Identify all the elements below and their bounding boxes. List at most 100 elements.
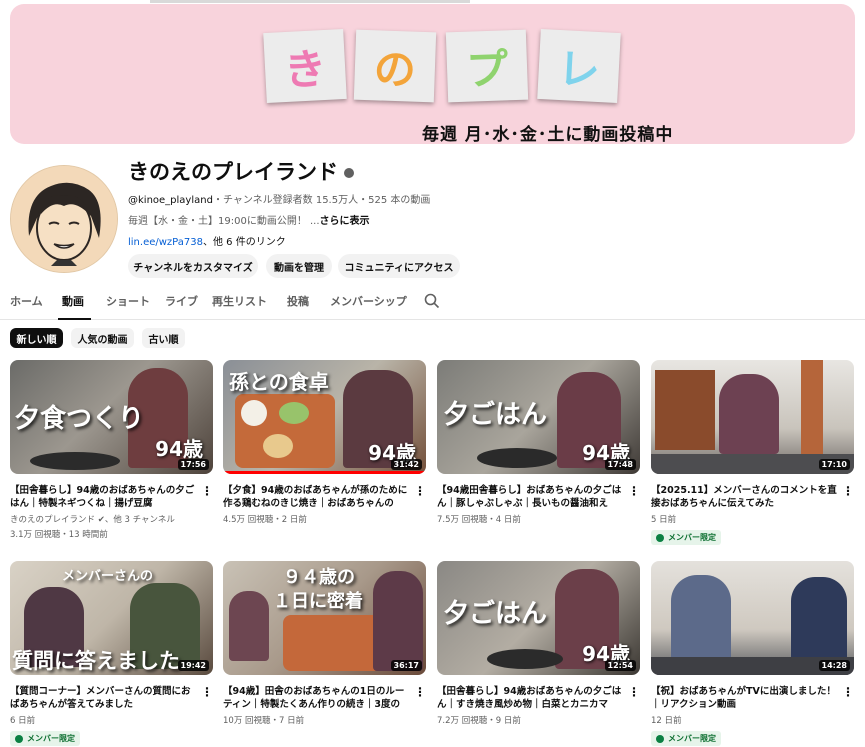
video-title[interactable]: 【田舎暮らし】94歳おばあちゃんの夕ごはん｜すき焼き風炒め物｜白菜とカニカマの.… [437, 685, 640, 711]
video-card[interactable]: 夕ごはん 94歳 12:54 【田舎暮らし】94歳おばあちゃんの夕ごはん｜すき焼… [437, 561, 640, 726]
video-title[interactable]: 【田舎暮らし】94歳のおばあちゃんの夕ごはん｜特製ネギつくね｜揚げ豆腐 [10, 484, 213, 510]
channel-link[interactable]: lin.ee/wzPa738 [128, 237, 203, 248]
more-options-icon[interactable]: ⋮ [842, 484, 854, 498]
filter-popular[interactable]: 人気の動画 [71, 328, 134, 348]
thumbnail-caption: 夕食つくり [14, 404, 145, 434]
video-thumbnail[interactable]: 夕食つくり 94歳 17:56 [10, 360, 213, 474]
more-options-icon[interactable]: ⋮ [201, 685, 213, 699]
video-card[interactable]: 孫との食卓 94歳 31:42 【夕食】94歳のおばあちゃんが孫のために作る鶏む… [223, 360, 426, 525]
thumbnail-figure [791, 577, 847, 661]
video-thumbnail[interactable]: 17:10 [651, 360, 854, 474]
thumbnail-figure [719, 374, 779, 454]
video-thumbnail[interactable]: 夕ごはん 94歳 12:54 [437, 561, 640, 675]
manage-videos-button[interactable]: 動画を管理 [266, 254, 332, 278]
banner-tile: の [353, 29, 437, 103]
video-card[interactable]: 夕食つくり 94歳 17:56 【田舎暮らし】94歳のおばあちゃんの夕ごはん｜特… [10, 360, 213, 540]
members-only-label: メンバー限定 [668, 734, 716, 743]
thumbnail-caption: 夕ごはん [443, 400, 548, 430]
video-thumbnail[interactable]: ９４歳の １日に密着 36:17 [223, 561, 426, 675]
video-card[interactable]: 17:10 【2025.11】メンバーさんのコメントを直接おばあちゃんに伝えてみ… [651, 360, 854, 546]
channel-name-text: きのえのプレイランド [128, 160, 338, 184]
video-title[interactable]: 【夕食】94歳のおばあちゃんが孫のために作る鶏むねのきじ焼き｜おばあちゃんの好.… [223, 484, 426, 510]
thumbnail-dish [241, 400, 267, 426]
channel-avatar[interactable] [10, 165, 118, 273]
video-thumbnail[interactable]: 14:28 [651, 561, 854, 675]
more-links[interactable]: 、他 6 件のリンク [203, 237, 286, 248]
tab-live[interactable]: ライブ [165, 293, 198, 309]
channel-description[interactable]: 毎週【水・金・土】19:00に動画公開！ ...さらに表示 [128, 212, 370, 227]
video-card[interactable]: 14:28 【祝】おばあちゃんがTVに出演しました！｜リアクション動画 12 日… [651, 561, 854, 747]
channel-handle: @kinoe_playland [128, 195, 213, 206]
customize-channel-button[interactable]: チャンネルをカスタマイズ [128, 254, 258, 278]
more-options-icon[interactable]: ⋮ [842, 685, 854, 699]
community-button[interactable]: コミュニティにアクセス [338, 254, 460, 278]
show-more-link[interactable]: さらに表示 [320, 216, 370, 227]
video-meta: 6 日前 [10, 716, 36, 726]
banner-tile: き [263, 28, 347, 104]
search-icon[interactable] [424, 293, 440, 309]
thumbnail-pan [30, 452, 120, 470]
video-meta: 3.1万 回視聴・13 時間前 [10, 530, 108, 540]
video-meta: 7.2万 回視聴・9 日前 [437, 716, 521, 726]
video-thumbnail[interactable]: メンバーさんの 質問に答えました 19:42 [10, 561, 213, 675]
banner-tagline: 毎週 月･水･金･土に動画投稿中 [422, 125, 674, 145]
channel-tabs: ホーム 動画 ショート ライブ 再生リスト 投稿 メンバーシップ [0, 289, 865, 320]
video-channels[interactable]: きのえのプレイランド ✔、他 3 チャンネル [10, 513, 213, 525]
thumbnail-caption: ９４歳の [283, 567, 355, 588]
tab-playlists[interactable]: 再生リスト [212, 293, 267, 309]
members-icon [15, 734, 23, 743]
channel-stats: ・チャンネル登録者数 15.5万人・525 本の動画 [212, 195, 431, 206]
video-meta: 7.5万 回視聴・4 日前 [437, 515, 521, 525]
members-only-badge: メンバー限定 [651, 530, 721, 545]
more-options-icon[interactable]: ⋮ [628, 685, 640, 699]
banner-tile: レ [537, 28, 621, 104]
thumbnail-dish [279, 402, 309, 424]
tab-videos[interactable]: 動画 [62, 293, 84, 309]
members-only-label: メンバー限定 [668, 533, 716, 542]
video-title[interactable]: 【祝】おばあちゃんがTVに出演しました！｜リアクション動画 [651, 685, 854, 711]
members-icon [656, 734, 664, 743]
avatar-illustration [11, 166, 117, 272]
more-options-icon[interactable]: ⋮ [201, 484, 213, 498]
thumbnail-caption: 質問に答えました [12, 649, 180, 673]
video-duration: 17:48 [604, 459, 636, 470]
video-title[interactable]: 【94歳】田舎のおばあちゃんの1日のルーティン｜特製たくあん作りの続き｜3度の長… [223, 685, 426, 711]
video-meta: 4.5万 回視聴・2 日前 [223, 515, 307, 525]
members-only-badge: メンバー限定 [651, 731, 721, 746]
thumbnail-caption-top: メンバーさんの [62, 569, 154, 584]
banner-tile: プ [445, 29, 529, 103]
tab-membership[interactable]: メンバーシップ [330, 293, 407, 309]
channel-links[interactable]: lin.ee/wzPa738、他 6 件のリンク [128, 233, 286, 248]
thumbnail-caption: 夕ごはん [443, 599, 548, 629]
thumbnail-cabinet [655, 370, 715, 450]
video-thumbnail[interactable]: 孫との食卓 94歳 31:42 [223, 360, 426, 474]
channel-name: きのえのプレイランド [128, 156, 354, 186]
tab-posts[interactable]: 投稿 [287, 293, 309, 309]
thumbnail-figure [671, 575, 731, 661]
active-tab-indicator [58, 318, 91, 320]
tab-home[interactable]: ホーム [10, 293, 43, 309]
more-options-icon[interactable]: ⋮ [414, 685, 426, 699]
filter-oldest[interactable]: 古い順 [142, 328, 185, 348]
video-title[interactable]: 【2025.11】メンバーさんのコメントを直接おばあちゃんに伝えてみた [651, 484, 854, 510]
thumbnail-figure [373, 571, 423, 671]
video-card[interactable]: メンバーさんの 質問に答えました 19:42 【質問コーナー】メンバーさんの質問… [10, 561, 213, 747]
thumbnail-pan [477, 448, 557, 468]
thumbnail-pan [487, 649, 563, 669]
thumbnail-dish [263, 434, 293, 458]
tab-shorts[interactable]: ショート [106, 293, 150, 309]
more-options-icon[interactable]: ⋮ [414, 484, 426, 498]
video-card[interactable]: ９４歳の １日に密着 36:17 【94歳】田舎のおばあちゃんの1日のルーティン… [223, 561, 426, 726]
video-thumbnail[interactable]: 夕ごはん 94歳 17:48 [437, 360, 640, 474]
video-title[interactable]: 【94歳田舎暮らし】おばあちゃんの夕ごはん｜豚しゃぶしゃぶ｜長いもの醤油和え｜.… [437, 484, 640, 510]
watch-progress-bar [223, 471, 426, 474]
description-text: 毎週【水・金・土】19:00に動画公開！ ... [128, 216, 320, 227]
thumbnail-figure [229, 591, 269, 661]
video-duration: 31:42 [390, 459, 422, 470]
video-card[interactable]: 夕ごはん 94歳 17:48 【94歳田舎暮らし】おばあちゃんの夕ごはん｜豚しゃ… [437, 360, 640, 525]
video-duration: 36:17 [390, 660, 422, 671]
video-title[interactable]: 【質問コーナー】メンバーさんの質問におばあちゃんが答えてみました [10, 685, 213, 711]
filter-newest[interactable]: 新しい順 [10, 328, 63, 348]
top-scroll-indicator [150, 0, 470, 3]
more-options-icon[interactable]: ⋮ [628, 484, 640, 498]
